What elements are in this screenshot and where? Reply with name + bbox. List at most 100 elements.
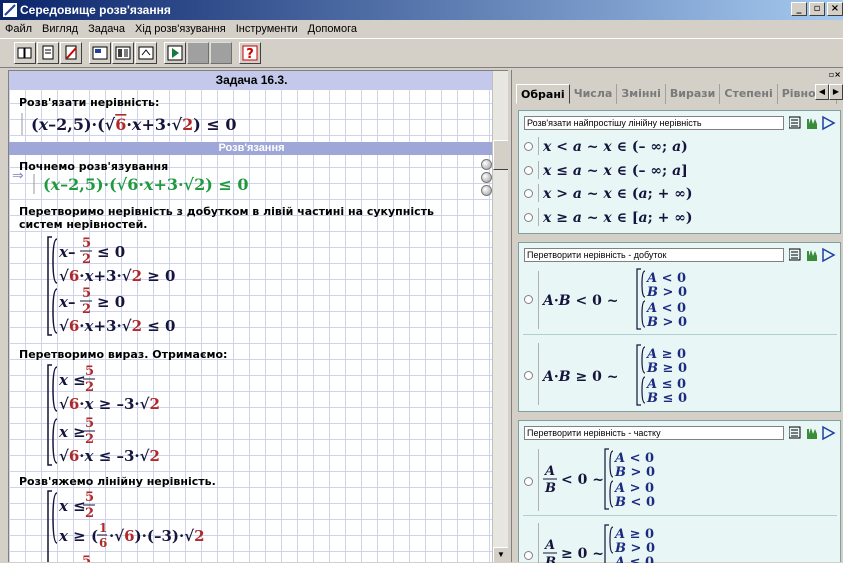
menu-view[interactable]: Вигляд <box>37 23 83 35</box>
svg-text:B > 0: B > 0 <box>646 285 687 300</box>
product-rules: A·B < 0 ~ A < 0 B > 0 A < 0 B > 0 A·B ≥ … <box>541 268 687 406</box>
card-quotient-inequality: Перетворити нерівність - частку A B < 0 … <box>518 420 841 563</box>
svg-text:2: 2 <box>85 432 94 447</box>
svg-text:x ≤: x ≤ <box>58 497 86 515</box>
tab-left-icon[interactable]: ◀ <box>815 84 829 100</box>
help-icon[interactable]: ? <box>239 42 261 64</box>
menu-help[interactable]: Допомога <box>303 23 362 35</box>
tab-favorites[interactable]: Обрані <box>516 84 570 104</box>
solution-header: Розв'язання <box>9 142 494 155</box>
app-icon <box>3 3 17 17</box>
stop-icon[interactable] <box>187 42 209 64</box>
svg-text:B ≥ 0: B ≥ 0 <box>646 361 687 376</box>
svg-text:√6·x ≤ –3·√2: √6·x ≤ –3·√2 <box>59 447 160 465</box>
tab-variables[interactable]: Змінні <box>617 84 666 104</box>
svg-text:≥ 0 ~: ≥ 0 ~ <box>561 546 604 562</box>
svg-text:(x–2,5)·(√6·x+3·√2) ≤ 0: (x–2,5)·(√6·x+3·√2) ≤ 0 <box>31 115 236 134</box>
card-title: Перетворити нерівність - частку <box>524 426 784 440</box>
menu-tools[interactable]: Інструменти <box>231 23 303 35</box>
option-radio[interactable] <box>524 166 533 175</box>
apply-icon <box>822 247 836 263</box>
tab-numbers[interactable]: Числа <box>570 84 618 104</box>
svg-text:5: 5 <box>82 236 91 251</box>
restore-icon[interactable]: ▫ <box>809 2 825 16</box>
task-prompt: Розв'язати нерівність: <box>19 96 160 109</box>
svg-text:A < 0: A < 0 <box>613 451 654 466</box>
scroll-down-icon[interactable]: ▼ <box>493 547 508 562</box>
svg-text:A·B < 0 ~: A·B < 0 ~ <box>541 293 618 309</box>
stop-icon[interactable] <box>210 42 232 64</box>
svg-text:(x–2,5)·(√6·x+3·√2) ≤ 0: (x–2,5)·(√6·x+3·√2) ≤ 0 <box>43 175 248 194</box>
system-2: x ≤ 5 2 √6·x ≥ –3·√2 x ≥ 5 2 √6·x ≤ –3·√… <box>47 364 160 466</box>
transformations-panel: ▫× Обрані Числа Змінні Вирази Степені Рі… <box>511 70 843 563</box>
task-inequality: (x–2,5)·(√6·x+3·√2) ≤ 0 <box>21 113 236 135</box>
edit-icon[interactable] <box>60 42 82 64</box>
svg-text:A ≥ 0: A ≥ 0 <box>613 527 654 542</box>
start-inequality: (x–2,5)·(√6·x+3·√2) ≤ 0 <box>33 174 248 194</box>
svg-text:√6·x ≥ –3·√2: √6·x ≥ –3·√2 <box>59 395 160 413</box>
svg-text:A < 0: A < 0 <box>645 271 686 286</box>
panel-close-icon[interactable]: ▫× <box>829 70 841 79</box>
option-radio[interactable] <box>524 477 533 486</box>
step-bubble-icon[interactable] <box>481 159 492 170</box>
menu-solution-steps[interactable]: Хід розв'язування <box>130 23 231 35</box>
tab-powers[interactable]: Степені <box>720 84 778 104</box>
system-3: x ≤ 5 2 x ≥ ( 1 6 ·√6)·(–3)·√2 5 <box>47 490 205 562</box>
svg-text:B > 0: B > 0 <box>614 465 655 480</box>
svg-text:x ≥: x ≥ <box>58 423 86 441</box>
card-linear-inequality: Розв'язати найпростішу лінійну нерівніст… <box>518 110 841 234</box>
tab-expressions[interactable]: Вирази <box>666 84 721 104</box>
option-radio[interactable] <box>524 371 533 380</box>
menu-file[interactable]: Файл <box>0 23 37 35</box>
svg-text:x ≥ (: x ≥ ( <box>58 527 98 545</box>
svg-text:A·B ≥ 0 ~: A·B ≥ 0 ~ <box>541 369 618 385</box>
scrollbar-thumb[interactable] <box>493 140 508 170</box>
svg-text:2: 2 <box>82 252 91 267</box>
hand-icon <box>807 428 817 439</box>
svg-text:x ≤: x ≤ <box>58 371 86 389</box>
svg-text:A ≥ 0: A ≥ 0 <box>645 347 686 362</box>
option-radio[interactable] <box>524 295 533 304</box>
apply-icon <box>822 425 836 441</box>
book-icon[interactable] <box>14 42 36 64</box>
svg-text:x–: x– <box>58 293 75 311</box>
tools-icon[interactable] <box>112 42 134 64</box>
export-icon[interactable] <box>135 42 157 64</box>
toolbar: ? <box>0 38 843 68</box>
close-icon[interactable]: × <box>827 2 843 16</box>
svg-text:2: 2 <box>82 302 91 317</box>
flag-icon[interactable] <box>89 42 111 64</box>
svg-text:B < 0: B < 0 <box>614 495 655 510</box>
svg-text:5: 5 <box>85 490 94 505</box>
svg-text:1: 1 <box>99 521 107 535</box>
step-bubble-icon[interactable] <box>481 185 492 196</box>
tab-right-icon[interactable]: ▶ <box>829 84 843 100</box>
vertical-scrollbar[interactable]: ▼ <box>492 71 508 562</box>
option-radio[interactable] <box>524 213 533 222</box>
document-icon[interactable] <box>37 42 59 64</box>
quotient-rules: A B < 0 ~ A < 0 B > 0 A > 0 B < 0 A B ≥ … <box>543 448 655 563</box>
svg-text:5: 5 <box>85 364 94 379</box>
minimize-icon[interactable]: _ <box>791 2 807 16</box>
svg-text:B: B <box>544 481 556 496</box>
option-radio[interactable] <box>524 551 533 560</box>
step1-text: Перетворимо нерівність з добутком в ліві… <box>19 205 434 231</box>
svg-text:≥ 0: ≥ 0 <box>97 293 125 311</box>
arrow-icon: ⇒ <box>12 168 24 184</box>
svg-text:x > a ~ x ∈ (a; + ∞): x > a ~ x ∈ (a; + ∞) <box>542 186 693 202</box>
menu-task[interactable]: Задача <box>83 23 130 35</box>
solution-panel: Задача 16.3. Розв'язати нерівність: (x–2… <box>8 70 508 562</box>
svg-text:B > 0: B > 0 <box>646 315 687 330</box>
svg-text:x–: x– <box>58 243 75 261</box>
svg-text:A: A <box>543 464 555 479</box>
svg-text:·√6)·(–3)·√2: ·√6)·(–3)·√2 <box>109 527 205 545</box>
card-title: Перетворити нерівність - добуток <box>524 248 784 262</box>
window-title: Середовище розв'язання <box>20 3 171 17</box>
hand-icon <box>807 250 817 261</box>
option-radio[interactable] <box>524 142 533 151</box>
play-icon[interactable] <box>164 42 186 64</box>
svg-text:5: 5 <box>82 286 91 301</box>
option-radio[interactable] <box>524 189 533 198</box>
step-bubble-icon[interactable] <box>481 172 492 183</box>
svg-text:5: 5 <box>85 416 94 431</box>
